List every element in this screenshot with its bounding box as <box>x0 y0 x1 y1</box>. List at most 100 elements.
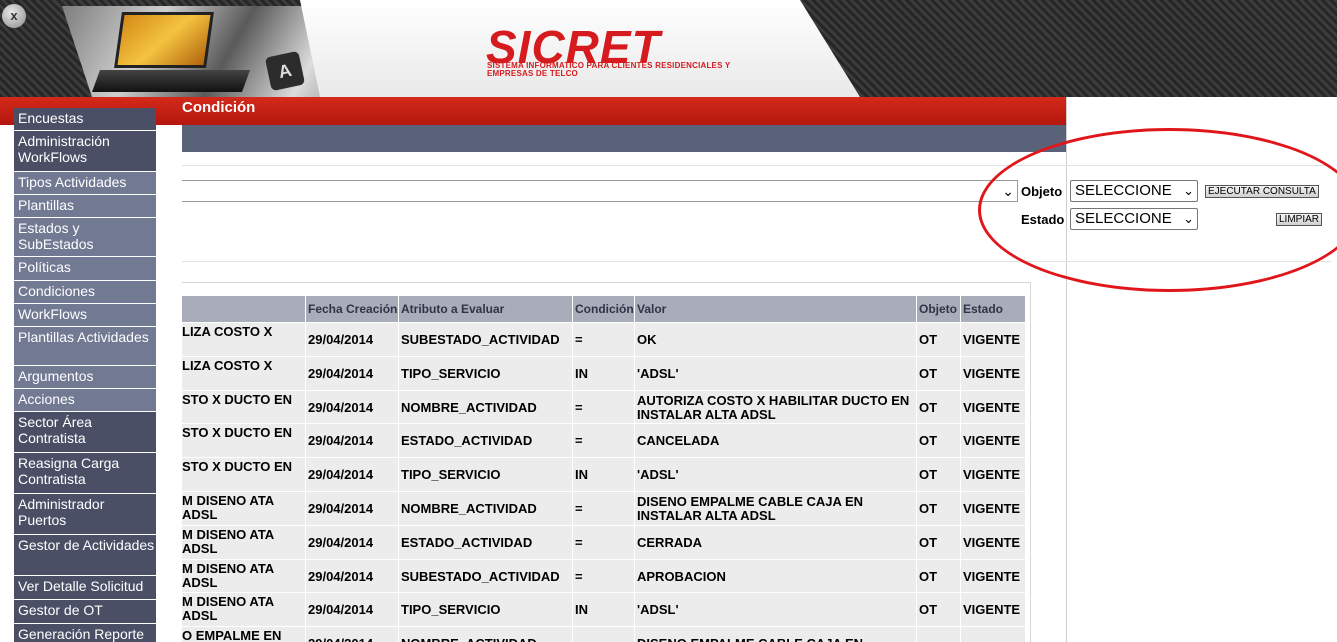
sidebar-item-reasigna-carga-contratista[interactable]: Reasigna Carga Contratista <box>14 453 156 494</box>
cell-condicion: = <box>575 569 583 584</box>
cell-objeto: OT <box>919 468 938 483</box>
cell-name: STO X DUCTO EN <box>182 392 293 407</box>
sidebar-item-argumentos[interactable]: Argumentos <box>14 366 156 389</box>
table-row[interactable]: M DISENO ATA ADSL 29/04/2014 TIPO_SERVICIO… <box>182 593 1025 627</box>
cell-atributo: SUBESTADO_ACTIVIDAD <box>401 333 560 347</box>
cell-estado: VIGENTE <box>963 468 1021 483</box>
sidebar-item-administrador-puertos[interactable]: Administrador Puertos <box>14 494 156 535</box>
cell-estado: VIGENTE <box>963 333 1021 347</box>
cell-fecha: 29/04/2014 <box>308 333 374 347</box>
cell-condicion <box>575 637 634 642</box>
cell-valor: AUTORIZA COSTO X HABILITAR DUCTO EN INST… <box>637 393 910 422</box>
logo-subtitle: SISTEMA INFORMATICO PARA CLIENTES RESIDE… <box>487 61 731 78</box>
sidebar-item-sector-area-contratista[interactable]: Sector Área Contratista <box>14 412 156 453</box>
cell-atributo: SUBESTADO_ACTIVIDAD <box>401 569 560 584</box>
sidebar-item-gestor-ot[interactable]: Gestor de OT <box>14 600 156 624</box>
cell-fecha: 29/04/2014 <box>308 535 374 550</box>
sidebar-item-acciones[interactable]: Acciones <box>14 389 156 412</box>
cell-objeto: OT <box>919 502 938 516</box>
cell-valor: 'ADSL' <box>637 468 679 483</box>
cell-name: M DISENO ATA ADSL <box>182 595 274 624</box>
cell-condicion: = <box>575 535 583 550</box>
table-row[interactable]: M DISENO ATA ADSL 29/04/2014 SUBESTADO_ACT… <box>182 559 1025 593</box>
cell-condicion: IN <box>575 468 588 483</box>
sidebar-item-generacion-reporte[interactable]: Generación Reporte <box>14 624 156 642</box>
cell-condicion: IN <box>575 366 588 381</box>
cell-estado: VIGENTE <box>963 603 1021 618</box>
sidebar-item-plantillas-actividades[interactable]: Plantillas Actividades <box>14 327 156 366</box>
cell-valor: 'ADSL' <box>637 366 679 381</box>
cell-objeto: OT <box>919 535 938 550</box>
sidebar-item-encuestas[interactable]: Encuestas <box>14 108 156 131</box>
cell-condicion: IN <box>575 603 588 618</box>
laptop-image <box>114 12 214 68</box>
header-cell-estado: Estado <box>961 296 1025 322</box>
cell-condicion: = <box>575 502 583 516</box>
header-cell-name <box>182 296 305 322</box>
cell-condicion: = <box>575 333 583 347</box>
table-row[interactable]: O EMPALME EN 29/04/2014NOMBRE_ACTIVIDAD DI… <box>182 627 1025 642</box>
condition-select[interactable]: ⌄ <box>182 180 1018 202</box>
cell-condicion: = <box>575 434 583 449</box>
cell-fecha: 29/04/2014 <box>308 400 374 415</box>
cell-valor: CANCELADA <box>637 434 720 449</box>
page-title: Condición <box>182 99 256 116</box>
cell-objeto <box>919 637 961 642</box>
table-row[interactable]: STO X DUCTO EN 29/04/2014 TIPO_SERVICIO IN '… <box>182 458 1025 491</box>
cell-name: LIZA COSTO X <box>182 325 273 339</box>
cell-atributo: TIPO_SERVICIO <box>401 366 501 381</box>
cell-estado <box>963 637 1025 642</box>
sidebar-item-workflows[interactable]: WorkFlows <box>14 304 156 327</box>
keyboard-key-image: A <box>264 50 306 92</box>
sidebar-item-politicas[interactable]: Políticas <box>14 257 156 281</box>
cell-fecha: 29/04/2014 <box>308 569 374 584</box>
cell-valor: DISENO EMPALME CABLE CAJA EN INSTALAR AL… <box>637 495 864 523</box>
sidebar-item-gestor-actividades[interactable]: Gestor de Actividades <box>14 535 156 576</box>
table-row[interactable]: M DISENO ATA ADSL 29/04/2014 NOMBRE_ACTIVI… <box>182 492 1025 525</box>
header-cell-atributo: Atributo a Evaluar <box>399 296 572 322</box>
sidebar-item-condiciones[interactable]: Condiciones <box>14 281 156 304</box>
cell-atributo: TIPO_SERVICIO <box>401 468 501 483</box>
sidebar-item-plantillas[interactable]: Plantillas <box>14 195 156 218</box>
cell-atributo: ESTADO_ACTIVIDAD <box>401 535 533 550</box>
sidebar-item-administracion-workflows[interactable]: Administración WorkFlows <box>14 131 156 172</box>
cell-objeto: OT <box>919 434 938 449</box>
cell-fecha: 29/04/2014 <box>308 637 398 642</box>
sidebar-item-tipos-actividades[interactable]: Tipos Actividades <box>14 172 156 195</box>
cell-valor: CERRADA <box>637 535 702 550</box>
sidebar-menu: Encuestas Administración WorkFlows Tipos… <box>14 108 156 642</box>
cell-fecha: 29/04/2014 <box>308 603 374 618</box>
toolbar-bar <box>182 125 1067 152</box>
sidebar-item-ver-detalle-solicitud[interactable]: Ver Detalle Solicitud <box>14 576 156 600</box>
table-row[interactable]: STO X DUCTO EN 29/04/2014 ESTADO_ACTIVIDAD… <box>182 424 1025 458</box>
cell-atributo: NOMBRE_ACTIVIDAD <box>401 637 573 642</box>
cell-atributo: NOMBRE_ACTIVIDAD <box>401 502 537 516</box>
cell-objeto: OT <box>919 569 938 584</box>
cell-objeto: OT <box>919 603 938 618</box>
cell-valor: 'ADSL' <box>637 603 679 618</box>
cell-estado: VIGENTE <box>963 366 1021 381</box>
cell-fecha: 29/04/2014 <box>308 502 374 516</box>
cell-name: O EMPALME EN <box>182 629 282 642</box>
cell-estado: VIGENTE <box>963 434 1021 449</box>
cell-objeto: OT <box>919 366 938 381</box>
cell-atributo: TIPO_SERVICIO <box>401 603 501 618</box>
cell-fecha: 29/04/2014 <box>308 434 374 449</box>
cell-condicion: = <box>575 400 583 415</box>
cell-valor: OK <box>637 333 657 347</box>
cell-name: STO X DUCTO EN <box>182 460 293 475</box>
table-row[interactable]: LIZA COSTO X 29/04/2014 SUBESTADO_ACTIVIDA… <box>182 323 1025 356</box>
title-bar <box>0 97 1067 125</box>
table-row[interactable]: STO X DUCTO EN 29/04/2014 NOMBRE_ACTIVIDAD… <box>182 390 1025 424</box>
highlight-annotation <box>978 128 1337 292</box>
header-cell-fecha: Fecha Creación <box>306 296 398 322</box>
cell-atributo: NOMBRE_ACTIVIDAD <box>401 400 537 415</box>
table-row[interactable]: LIZA COSTO X 29/04/2014 TIPO_SERVICIO IN 'AD… <box>182 356 1025 390</box>
sidebar-item-estados-subestados[interactable]: Estados y SubEstados <box>14 218 156 257</box>
cell-estado: VIGENTE <box>963 400 1021 415</box>
cell-fecha: 29/04/2014 <box>308 366 374 381</box>
app-root: A SICRET SISTEMA INFORMATICO PARA CLIENT… <box>0 0 1337 642</box>
table-row[interactable]: M DISENO ATA ADSL 29/04/2014 ESTADO_ACTIVI… <box>182 525 1025 559</box>
close-icon[interactable]: x <box>2 4 26 28</box>
cell-name: M DISENO ATA ADSL <box>182 527 274 556</box>
